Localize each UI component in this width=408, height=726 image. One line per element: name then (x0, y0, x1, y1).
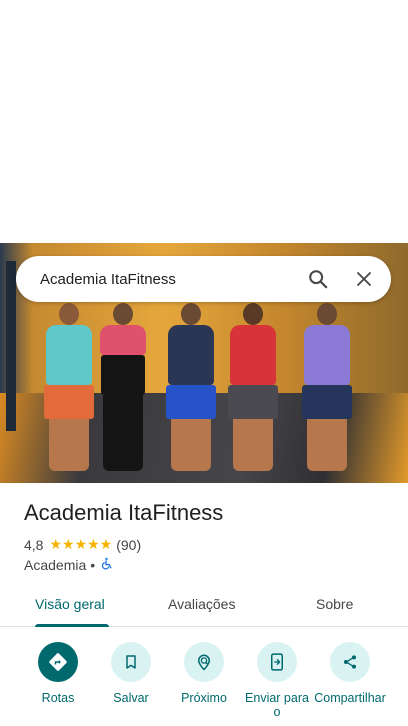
save-label: Salvar (113, 691, 149, 705)
nearby-label: Próximo (181, 691, 227, 705)
nearby-icon (184, 642, 224, 682)
category-row: Academia • (24, 557, 113, 573)
place-category: Academia (24, 557, 87, 573)
search-icon[interactable] (295, 256, 341, 302)
search-bar[interactable]: Academia ItaFitness (16, 256, 391, 302)
share-label: Compartilhar (314, 691, 386, 705)
star-rating-icon: ★★★★★ (49, 536, 113, 552)
close-icon[interactable] (341, 256, 387, 302)
rating-value: 4,8 (24, 536, 44, 553)
save-button[interactable]: Salvar (91, 640, 171, 705)
action-bar: Rotas Salvar Próximo Enviar para o Compa… (0, 640, 408, 726)
tab-overview[interactable]: Visão geral (35, 596, 105, 612)
directions-button[interactable]: Rotas (18, 640, 98, 705)
bookmark-icon (111, 642, 151, 682)
send-to-phone-button[interactable]: Enviar para o (237, 640, 317, 719)
share-icon (330, 642, 370, 682)
tab-bar: Visão geral Avaliações Sobre (0, 585, 408, 627)
separator: • (90, 557, 96, 573)
tab-about[interactable]: Sobre (316, 596, 353, 612)
share-button[interactable]: Compartilhar (310, 640, 390, 705)
rating-row[interactable]: 4,8 ★★★★★ (90) (24, 536, 141, 553)
nearby-button[interactable]: Próximo (164, 640, 244, 705)
send-to-phone-icon (257, 642, 297, 682)
place-title: Academia ItaFitness (24, 500, 224, 525)
tab-reviews[interactable]: Avaliações (168, 596, 235, 612)
search-query[interactable]: Academia ItaFitness (40, 271, 295, 288)
active-tab-indicator (35, 624, 109, 627)
send-to-phone-label: Enviar para o (245, 691, 309, 719)
directions-icon (38, 642, 78, 682)
directions-label: Rotas (41, 691, 75, 705)
map-area (0, 0, 408, 243)
wheelchair-accessible-icon (100, 557, 113, 573)
review-count: (90) (116, 536, 142, 553)
